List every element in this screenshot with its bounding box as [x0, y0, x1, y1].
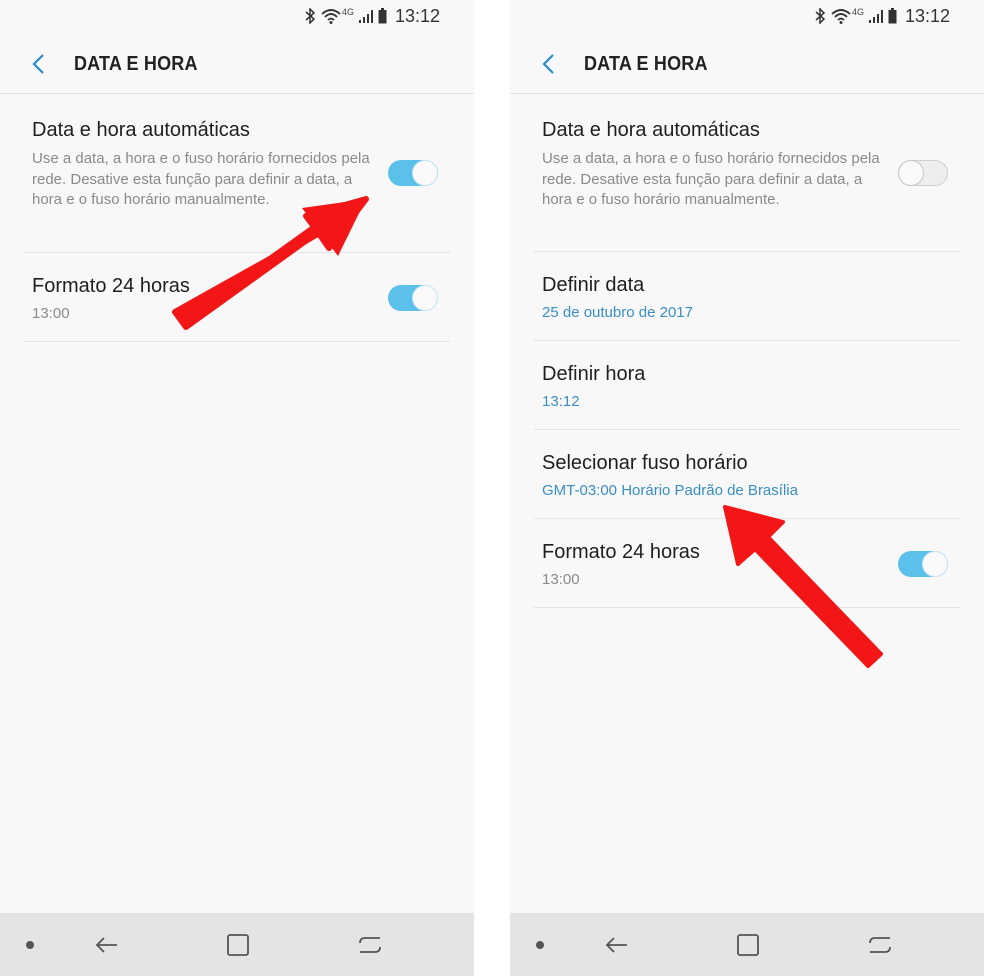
signal-icon	[358, 9, 373, 23]
back-arrow-icon	[605, 936, 627, 953]
nav-recents-button[interactable]	[350, 913, 390, 976]
format24-value: 13:00	[32, 305, 70, 322]
auto-datetime-toggle[interactable]	[898, 160, 948, 186]
signal-icon	[868, 9, 883, 23]
settings-list: Data e hora automáticas Use a data, a ho…	[510, 95, 984, 608]
timezone-row[interactable]: Selecionar fuso horário GMT-03:00 Horári…	[534, 430, 960, 519]
home-square-icon	[737, 933, 759, 956]
format24-toggle[interactable]	[898, 551, 948, 577]
status-bar: 4G 13:12	[510, 0, 984, 32]
set-time-title: Definir hora	[542, 363, 646, 385]
app-header: DATA E HORA	[0, 36, 474, 94]
home-square-icon	[227, 933, 249, 956]
auto-datetime-description: Use a data, a hora e o fuso horário forn…	[32, 150, 370, 208]
format24-row[interactable]: Formato 24 horas 13:00	[24, 253, 450, 342]
settings-list: Data e hora automáticas Use a data, a ho…	[0, 95, 474, 342]
bluetooth-icon	[815, 8, 826, 24]
timezone-value: GMT-03:00 Horário Padrão de Brasília	[542, 482, 798, 499]
auto-datetime-row[interactable]: Data e hora automáticas Use a data, a ho…	[24, 95, 450, 253]
set-date-value: 25 de outubro de 2017	[542, 304, 693, 321]
nav-back-button[interactable]	[86, 913, 126, 976]
battery-icon	[378, 8, 387, 24]
bluetooth-icon	[305, 8, 316, 24]
status-time: 13:12	[394, 5, 440, 26]
network-type-label: 4G	[851, 7, 864, 17]
status-bar: 4G 13:12	[0, 0, 474, 32]
page-title: DATA E HORA	[584, 53, 708, 75]
auto-datetime-title: Data e hora automáticas	[542, 119, 760, 141]
back-button[interactable]	[534, 48, 562, 80]
set-date-title: Definir data	[542, 274, 645, 296]
app-header: DATA E HORA	[510, 36, 984, 94]
chevron-left-icon	[542, 54, 554, 74]
chevron-left-icon	[32, 54, 44, 74]
toggle-knob	[898, 160, 924, 186]
format24-toggle[interactable]	[388, 285, 438, 311]
set-time-row[interactable]: Definir hora 13:12	[534, 341, 960, 430]
toggle-knob	[412, 160, 438, 186]
back-arrow-icon	[95, 936, 117, 953]
network-type-label: 4G	[341, 7, 354, 17]
format24-value: 13:00	[542, 571, 580, 588]
wifi-icon	[321, 8, 341, 24]
wifi-icon	[831, 8, 851, 24]
phone-screen-left: 4G 13:12 DATA E HORA Data e hora automát…	[0, 0, 474, 976]
status-time: 13:12	[904, 5, 950, 26]
recents-icon	[359, 936, 381, 953]
auto-datetime-row[interactable]: Data e hora automáticas Use a data, a ho…	[534, 95, 960, 252]
auto-datetime-title: Data e hora automáticas	[32, 119, 250, 141]
format24-title: Formato 24 horas	[32, 275, 190, 297]
set-time-value: 13:12	[542, 393, 580, 410]
page-title: DATA E HORA	[74, 53, 198, 75]
navigation-bar	[0, 913, 474, 976]
navigation-bar	[510, 913, 984, 976]
nav-dot-button[interactable]	[528, 913, 552, 976]
timezone-title: Selecionar fuso horário	[542, 452, 748, 474]
format24-title: Formato 24 horas	[542, 541, 700, 563]
dot-icon	[26, 940, 34, 949]
auto-datetime-toggle[interactable]	[388, 160, 438, 186]
nav-home-button[interactable]	[218, 913, 258, 976]
set-date-row[interactable]: Definir data 25 de outubro de 2017	[534, 252, 960, 341]
nav-home-button[interactable]	[728, 913, 768, 976]
toggle-knob	[412, 285, 438, 311]
nav-recents-button[interactable]	[860, 913, 900, 976]
recents-icon	[869, 936, 891, 953]
battery-icon	[888, 8, 897, 24]
dot-icon	[536, 940, 544, 949]
toggle-knob	[922, 551, 948, 577]
back-button[interactable]	[24, 48, 52, 80]
format24-row[interactable]: Formato 24 horas 13:00	[534, 519, 960, 608]
nav-dot-button[interactable]	[18, 913, 42, 976]
phone-screen-right: 4G 13:12 DATA E HORA Data e hora automát…	[510, 0, 984, 976]
auto-datetime-description: Use a data, a hora e o fuso horário forn…	[542, 150, 880, 208]
nav-back-button[interactable]	[596, 913, 636, 976]
